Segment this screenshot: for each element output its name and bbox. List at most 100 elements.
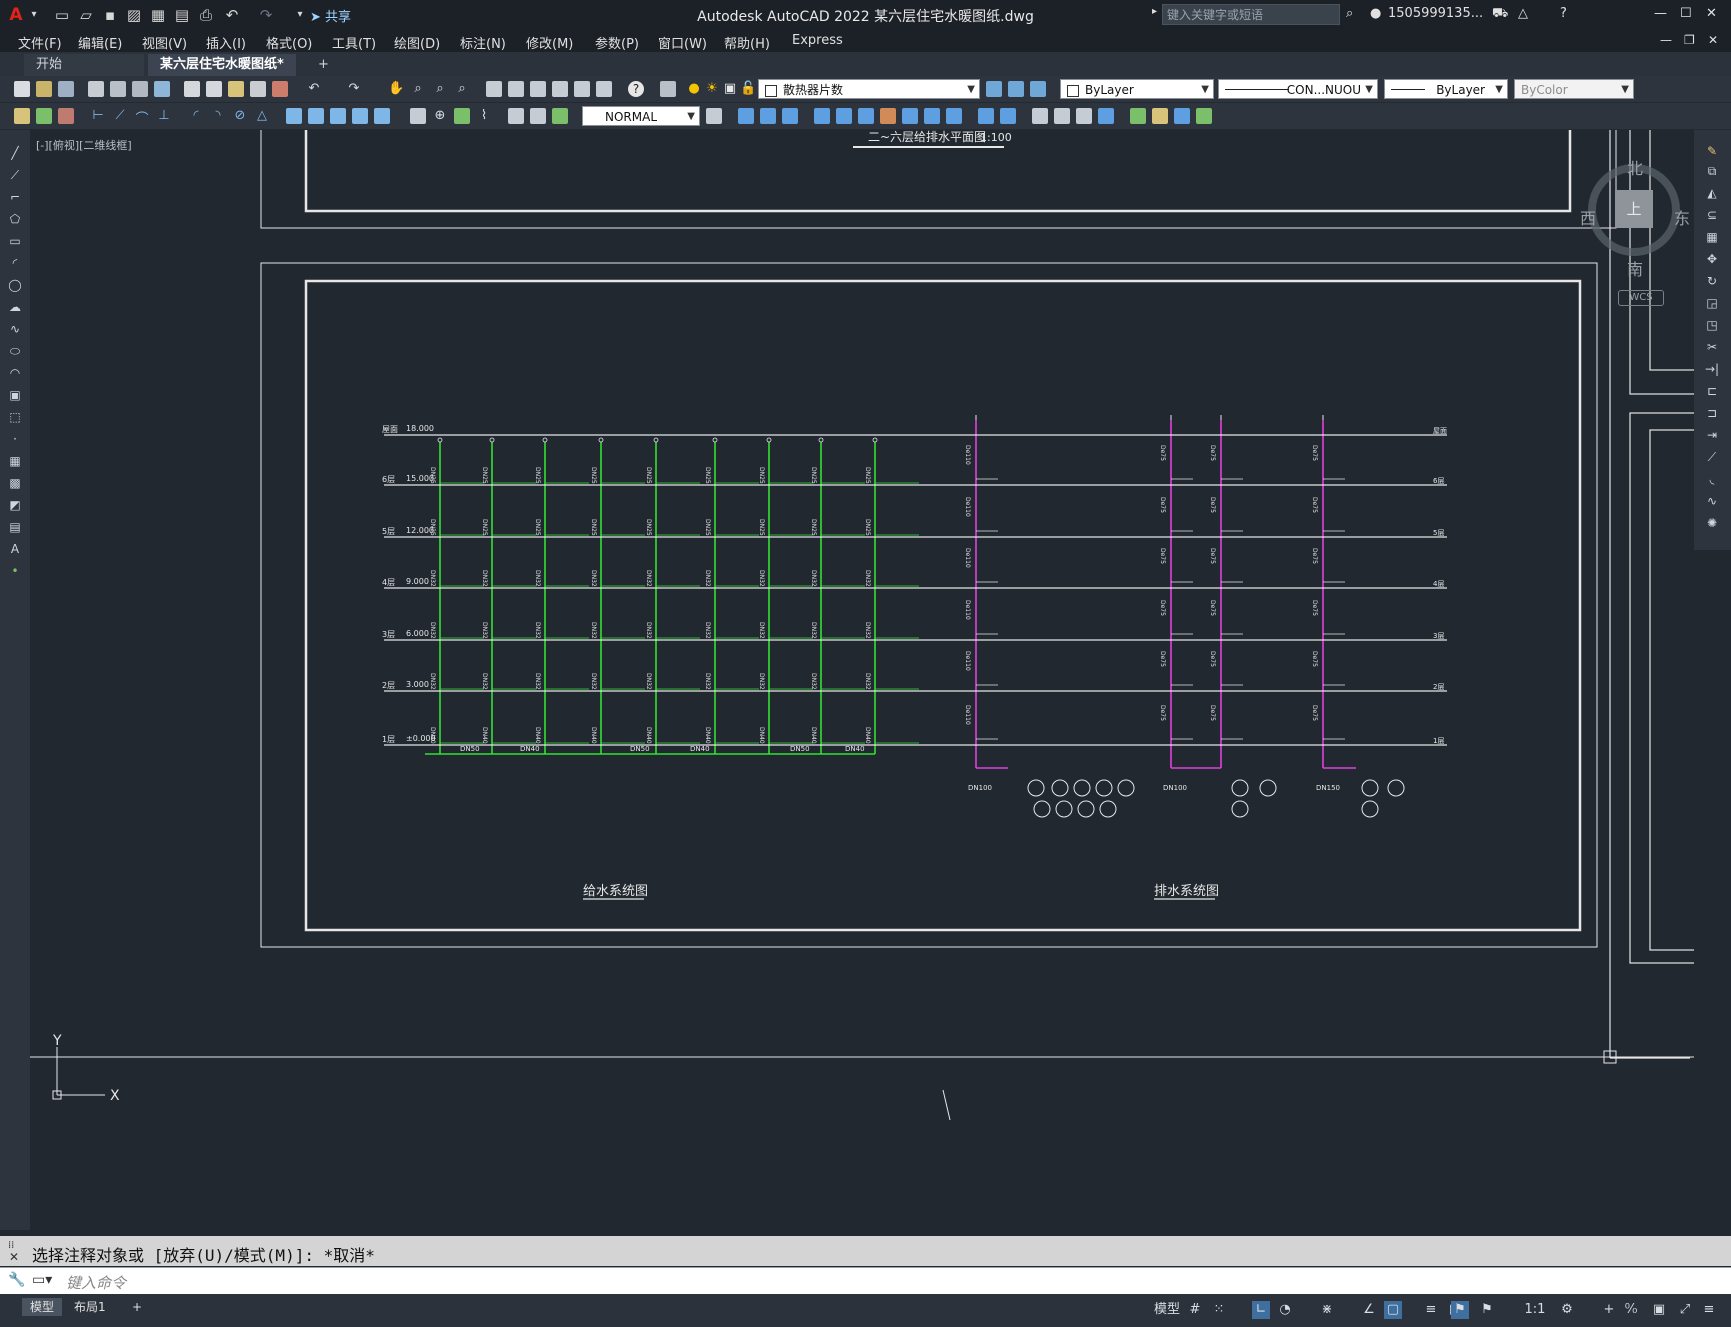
- viewcube-east[interactable]: 东: [1674, 205, 1690, 229]
- auto-scale-icon[interactable]: ⚑: [1478, 1301, 1496, 1319]
- quickcalc-icon[interactable]: [596, 81, 612, 97]
- save-icon[interactable]: ▪: [100, 5, 120, 25]
- angular-dim-icon[interactable]: △: [254, 108, 270, 124]
- command-line[interactable]: 🔧 ▭▾ 键入命令: [0, 1267, 1731, 1294]
- linear-dim-icon[interactable]: ⊢: [90, 108, 106, 124]
- publish-icon[interactable]: [132, 81, 148, 97]
- plot-icon[interactable]: ⎙: [196, 5, 216, 25]
- menu-format[interactable]: 格式(O): [266, 33, 312, 52]
- menu-dimension[interactable]: 标注(N): [460, 33, 506, 52]
- stretch-modify-icon[interactable]: [978, 108, 994, 124]
- quick-properties-icon[interactable]: ▣: [1650, 1301, 1668, 1319]
- jogged-dim-icon[interactable]: ◝: [210, 108, 226, 124]
- rectangle-icon[interactable]: ▭: [7, 234, 23, 248]
- ordinate-dim-icon[interactable]: ⊥: [156, 108, 172, 124]
- tab-drawing[interactable]: 某六层住宅水暖图纸* ✕: [148, 54, 296, 94]
- edit-polyline-icon[interactable]: [1174, 108, 1190, 124]
- offset-modify-icon[interactable]: [858, 108, 874, 124]
- tool-palettes-icon[interactable]: [530, 81, 546, 97]
- gradient-icon[interactable]: ▩: [7, 476, 23, 490]
- minimize-icon[interactable]: —: [1654, 6, 1667, 21]
- layer-freeze-sun-icon[interactable]: ☀: [704, 81, 720, 97]
- annotation-visibility-icon[interactable]: ⚑: [1451, 1301, 1469, 1319]
- add-layout-icon[interactable]: +: [124, 1298, 150, 1316]
- erase-icon[interactable]: ✎: [1704, 144, 1720, 158]
- autocad-app-icon[interactable]: A: [6, 5, 26, 25]
- scale-modify-icon[interactable]: [946, 108, 962, 124]
- layer-state-icon[interactable]: [1030, 81, 1046, 97]
- make-current-layer-icon[interactable]: [986, 81, 1002, 97]
- polygon-icon[interactable]: ⬠: [7, 212, 23, 226]
- polyline-icon[interactable]: ⌐: [7, 190, 23, 204]
- menu-parametric[interactable]: 参数(P): [595, 33, 639, 52]
- explode-icon[interactable]: ✺: [1704, 516, 1720, 530]
- snap-mode-icon[interactable]: ⁙: [1210, 1301, 1228, 1319]
- layout-tab-model[interactable]: 模型: [22, 1298, 63, 1316]
- table-icon[interactable]: ▤: [7, 520, 23, 534]
- object-snap-tracking-icon[interactable]: ∠: [1360, 1301, 1378, 1319]
- wrench-icon[interactable]: 🔧: [8, 1272, 25, 1288]
- plotstyle-dropdown[interactable]: ByColor ▼: [1514, 79, 1634, 99]
- cart-icon[interactable]: ⛟: [1492, 6, 1508, 23]
- new-file-icon[interactable]: ▭: [52, 5, 72, 25]
- zoom-previous-icon[interactable]: ⌕: [454, 81, 470, 97]
- annotation-scale[interactable]: 1:1: [1520, 1301, 1550, 1319]
- menu-express[interactable]: Express: [792, 33, 843, 48]
- undo-icon[interactable]: ↶: [306, 81, 322, 97]
- menu-edit[interactable]: 编辑(E): [78, 33, 122, 52]
- tolerance-icon[interactable]: [410, 108, 426, 124]
- fillet-icon[interactable]: ◟: [1704, 472, 1720, 486]
- model-space-button[interactable]: 模型: [1152, 1301, 1182, 1319]
- blend-curves-icon[interactable]: ∿: [1704, 494, 1720, 508]
- menu-tools[interactable]: 工具(T): [332, 33, 376, 52]
- isometric-drafting-icon[interactable]: ⋇: [1318, 1301, 1336, 1319]
- spline-icon[interactable]: ∿: [7, 322, 23, 336]
- menu-modify[interactable]: 修改(M): [526, 33, 573, 52]
- 3d-print-icon[interactable]: [154, 81, 170, 97]
- continue-dim-icon[interactable]: [330, 108, 346, 124]
- search-input[interactable]: 键入关键字或短语: [1162, 4, 1340, 25]
- polar-tracking-icon[interactable]: ◔: [1276, 1301, 1294, 1319]
- move-icon[interactable]: ✥: [1704, 252, 1720, 266]
- pan-icon[interactable]: ✋: [388, 81, 404, 97]
- stretch-icon[interactable]: ◳: [1704, 318, 1720, 332]
- diameter-dim-icon[interactable]: ⊘: [232, 108, 248, 124]
- sheet-set-icon[interactable]: [552, 81, 568, 97]
- multiline-text-icon[interactable]: A: [7, 542, 23, 556]
- explode-modify-icon[interactable]: [1152, 108, 1168, 124]
- menu-draw[interactable]: 绘图(D): [394, 33, 440, 52]
- viewcube-south[interactable]: 南: [1627, 256, 1643, 280]
- open-file-icon[interactable]: ▱: [76, 5, 96, 25]
- dim-edit-icon[interactable]: [508, 108, 524, 124]
- table-style-icon[interactable]: [58, 108, 74, 124]
- offset-icon[interactable]: ⊆: [1704, 208, 1720, 222]
- cut-icon[interactable]: [184, 81, 200, 97]
- arc-icon[interactable]: ◜: [7, 256, 23, 270]
- layer-properties-icon[interactable]: [660, 81, 676, 97]
- insert-block-icon[interactable]: ▣: [7, 388, 23, 402]
- array-modify-icon[interactable]: [880, 108, 896, 124]
- copy-modify-icon[interactable]: [814, 108, 830, 124]
- copy-object-icon[interactable]: ⧉: [1704, 164, 1720, 178]
- mirror-icon[interactable]: ◭: [1704, 186, 1720, 200]
- search-icon[interactable]: ⌕: [1346, 6, 1353, 21]
- menu-insert[interactable]: 插入(I): [206, 33, 246, 52]
- customize-quick-access-icon[interactable]: ▾: [290, 5, 310, 25]
- edit-hatch-icon[interactable]: [1196, 108, 1212, 124]
- viewcube-west[interactable]: 西: [1580, 205, 1596, 229]
- open-web-icon[interactable]: ▦: [148, 5, 168, 25]
- copy-icon[interactable]: [206, 81, 222, 97]
- extend-modify-icon[interactable]: [1032, 108, 1048, 124]
- help-icon[interactable]: ?: [1560, 6, 1567, 21]
- match-properties-icon[interactable]: [250, 81, 266, 97]
- region-icon[interactable]: ◩: [7, 498, 23, 512]
- break-at-point-icon[interactable]: ⊏: [1704, 384, 1720, 398]
- arc-length-icon[interactable]: ⌒: [134, 108, 150, 127]
- design-center-icon[interactable]: [508, 81, 524, 97]
- workspace-gear-icon[interactable]: ⚙: [1558, 1301, 1576, 1319]
- dim-space-icon[interactable]: [352, 108, 368, 124]
- menu-help[interactable]: 帮助(H): [724, 33, 770, 52]
- dim-style-icon[interactable]: [14, 108, 30, 124]
- center-mark-icon[interactable]: ⊕: [432, 108, 448, 124]
- search-expand-icon[interactable]: ▸: [1152, 6, 1157, 17]
